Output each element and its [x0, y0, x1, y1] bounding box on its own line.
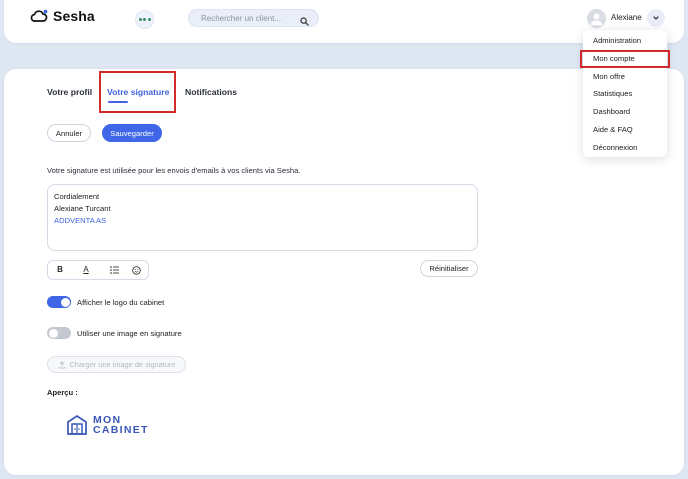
- use-image-toggle[interactable]: [47, 327, 71, 339]
- formatting-toolbar: B A: [47, 260, 149, 280]
- signature-description: Votre signature est utilisée pour les en…: [47, 166, 301, 175]
- menu-item-statistiques[interactable]: Statistiques: [583, 85, 667, 103]
- save-button[interactable]: Sauvegarder: [102, 124, 162, 142]
- use-image-row: Utiliser une image en signature: [47, 327, 182, 339]
- menu-item-mon-offre[interactable]: Mon offre: [583, 68, 667, 86]
- search-icon[interactable]: [300, 13, 309, 31]
- show-logo-toggle[interactable]: [47, 296, 71, 308]
- menu-item-mon-compte[interactable]: Mon compte: [580, 49, 670, 68]
- show-logo-label: Afficher le logo du cabinet: [77, 297, 165, 307]
- cloud-icon: [30, 9, 48, 22]
- apps-menu-button[interactable]: [135, 10, 154, 29]
- tab-votre-profil[interactable]: Votre profil: [47, 87, 92, 97]
- list-icon: [109, 266, 119, 274]
- search-bar[interactable]: [188, 9, 319, 27]
- upload-icon: [58, 360, 65, 368]
- user-avatar[interactable]: [587, 9, 606, 28]
- show-logo-row: Afficher le logo du cabinet: [47, 296, 164, 308]
- emoji-button[interactable]: [130, 264, 142, 276]
- menu-item-deconnexion[interactable]: Déconnexion: [583, 139, 667, 157]
- use-image-label: Utiliser une image en signature: [77, 328, 182, 338]
- signature-line: Cordialement: [54, 192, 100, 201]
- cabinet-logo: MON CABINET: [66, 414, 149, 436]
- upload-image-button[interactable]: Charger une image de signature: [47, 356, 186, 373]
- menu-item-aide-faq[interactable]: Aide & FAQ: [583, 121, 667, 139]
- cancel-button[interactable]: Annuler: [47, 124, 91, 142]
- tab-notifications[interactable]: Notifications: [185, 87, 237, 97]
- smiley-icon: [131, 265, 141, 275]
- settings-card: Votre profil Votre signature Notificatio…: [4, 69, 684, 475]
- list-button[interactable]: [108, 264, 120, 276]
- search-input[interactable]: [201, 12, 297, 25]
- signature-editor[interactable]: Cordialement Alexiane Turcant ADDVENTA A…: [47, 184, 478, 251]
- user-name[interactable]: Alexiane: [611, 13, 642, 22]
- user-dropdown-menu: Administration Mon compte Mon offre Stat…: [580, 30, 670, 157]
- underline-button[interactable]: A: [80, 264, 92, 276]
- upload-image-label: Charger une image de signature: [69, 360, 176, 369]
- reset-button[interactable]: Réinitialiser: [420, 260, 478, 277]
- building-icon: [67, 414, 87, 435]
- bold-button[interactable]: B: [54, 264, 66, 276]
- logo-text-line2: CABINET: [93, 424, 149, 436]
- top-header: Sesha Alexiane: [4, 0, 684, 43]
- signature-line: Alexiane Turcant: [54, 204, 111, 213]
- app-logo[interactable]: Sesha: [29, 8, 95, 24]
- menu-item-dashboard[interactable]: Dashboard: [583, 103, 667, 121]
- preview-label: Aperçu :: [47, 388, 78, 397]
- signature-line-company: ADDVENTA AS: [54, 216, 107, 225]
- app-name: Sesha: [53, 8, 95, 24]
- tab-highlight-box: [99, 71, 176, 113]
- menu-item-administration[interactable]: Administration: [583, 32, 667, 50]
- chevron-down-icon: [653, 16, 659, 20]
- user-menu-toggle[interactable]: [647, 9, 665, 27]
